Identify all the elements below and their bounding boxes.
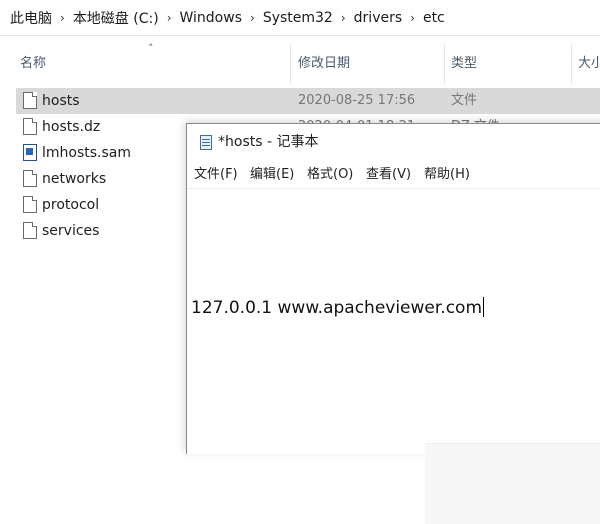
notepad-text-area[interactable]: 127.0.0.1 www.apacheviewer.com bbox=[187, 190, 600, 524]
sam-file-icon bbox=[23, 144, 37, 161]
file-name: networks bbox=[42, 171, 107, 187]
notepad-window[interactable]: *hosts - 记事本 文件(F) 编辑(E) 格式(O) 查看(V) 帮助(… bbox=[186, 123, 600, 524]
menu-edit[interactable]: 编辑(E) bbox=[250, 162, 294, 188]
chevron-right-icon: › bbox=[250, 10, 255, 25]
notepad-title: *hosts - 记事本 bbox=[218, 134, 319, 150]
chevron-right-icon: › bbox=[410, 10, 415, 25]
breadcrumb-drivers[interactable]: drivers bbox=[354, 10, 402, 26]
breadcrumb-windows[interactable]: Windows bbox=[180, 10, 243, 26]
breadcrumb-local-disk[interactable]: 本地磁盘 (C:) bbox=[73, 8, 159, 28]
column-header-type[interactable]: 类型 bbox=[451, 44, 561, 84]
notepad-content-text: 127.0.0.1 www.apacheviewer.com bbox=[191, 298, 483, 318]
chevron-right-icon: › bbox=[60, 10, 65, 25]
column-divider[interactable] bbox=[571, 44, 572, 84]
breadcrumb: 此电脑 › 本地磁盘 (C:) › Windows › System32 › d… bbox=[0, 0, 600, 36]
file-name: services bbox=[42, 223, 100, 239]
menu-file[interactable]: 文件(F) bbox=[194, 162, 238, 188]
notepad-title-bar[interactable]: *hosts - 记事本 bbox=[187, 124, 600, 160]
file-icon bbox=[23, 92, 37, 109]
file-icon bbox=[23, 170, 37, 187]
chevron-right-icon: › bbox=[340, 10, 346, 25]
column-divider[interactable] bbox=[444, 44, 445, 84]
column-header-size[interactable]: 大小 bbox=[578, 44, 600, 84]
file-name: hosts.dz bbox=[42, 119, 101, 135]
file-row-hosts[interactable]: hosts 2020-08-25 17:56 文件 bbox=[16, 88, 600, 114]
text-caret bbox=[483, 297, 485, 317]
file-icon bbox=[23, 118, 37, 135]
file-name: hosts bbox=[42, 93, 80, 109]
file-icon bbox=[23, 196, 37, 213]
menu-help[interactable]: 帮助(H) bbox=[424, 162, 470, 188]
breadcrumb-etc[interactable]: etc bbox=[423, 10, 445, 26]
file-name: protocol bbox=[42, 197, 100, 213]
file-name: lmhosts.sam bbox=[42, 145, 132, 161]
blurred-region bbox=[425, 443, 600, 524]
file-modified: 2020-08-25 17:56 bbox=[298, 93, 416, 108]
notepad-content: 127.0.0.1 www.apacheviewer.com bbox=[191, 297, 485, 318]
breadcrumb-this-pc[interactable]: 此电脑 bbox=[10, 8, 52, 28]
column-headers: ˄ 名称 修改日期 类型 大小 bbox=[0, 43, 600, 84]
file-type: 文件 bbox=[451, 93, 478, 108]
notepad-app-icon[interactable] bbox=[200, 135, 212, 150]
menu-format[interactable]: 格式(O) bbox=[307, 162, 353, 188]
breadcrumb-system32[interactable]: System32 bbox=[263, 10, 333, 26]
column-header-name[interactable]: 名称 bbox=[20, 44, 290, 84]
menu-view[interactable]: 查看(V) bbox=[366, 162, 411, 188]
file-icon bbox=[23, 222, 37, 239]
column-divider[interactable] bbox=[290, 44, 291, 84]
column-header-modified[interactable]: 修改日期 bbox=[298, 44, 438, 84]
chevron-right-icon: › bbox=[166, 10, 172, 25]
notepad-menu-bar: 文件(F) 编辑(E) 格式(O) 查看(V) 帮助(H) bbox=[187, 162, 600, 189]
